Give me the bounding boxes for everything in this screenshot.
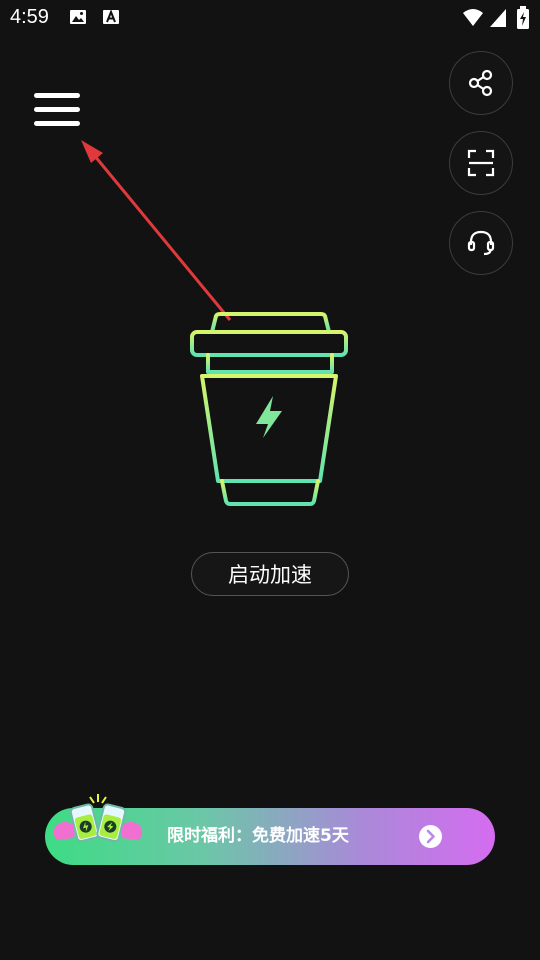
headset-icon [467, 230, 495, 256]
battery-cheers-icon [53, 794, 143, 843]
image-icon [70, 10, 86, 24]
share-button[interactable] [449, 51, 513, 115]
promo-text: 限时福利：免费加速5天 [167, 826, 349, 846]
wifi-icon [463, 9, 483, 26]
share-icon [468, 69, 493, 97]
scan-button[interactable] [449, 131, 513, 195]
scan-frame-icon [467, 149, 495, 177]
support-button[interactable] [449, 211, 513, 275]
promo-banner[interactable]: 限时福利：免费加速5天 [45, 794, 495, 865]
text-a-icon [103, 9, 119, 24]
start-acceleration-button[interactable]: 启动加速 [191, 552, 349, 596]
status-time: 4:59 [10, 6, 49, 28]
battery-charging-icon [517, 6, 529, 29]
coffee-cup-lightning-icon [190, 312, 348, 506]
signal-icon [490, 9, 506, 27]
menu-button[interactable] [30, 88, 84, 132]
chevron-right-icon [419, 825, 442, 848]
status-bar: 4:59 [0, 0, 540, 36]
